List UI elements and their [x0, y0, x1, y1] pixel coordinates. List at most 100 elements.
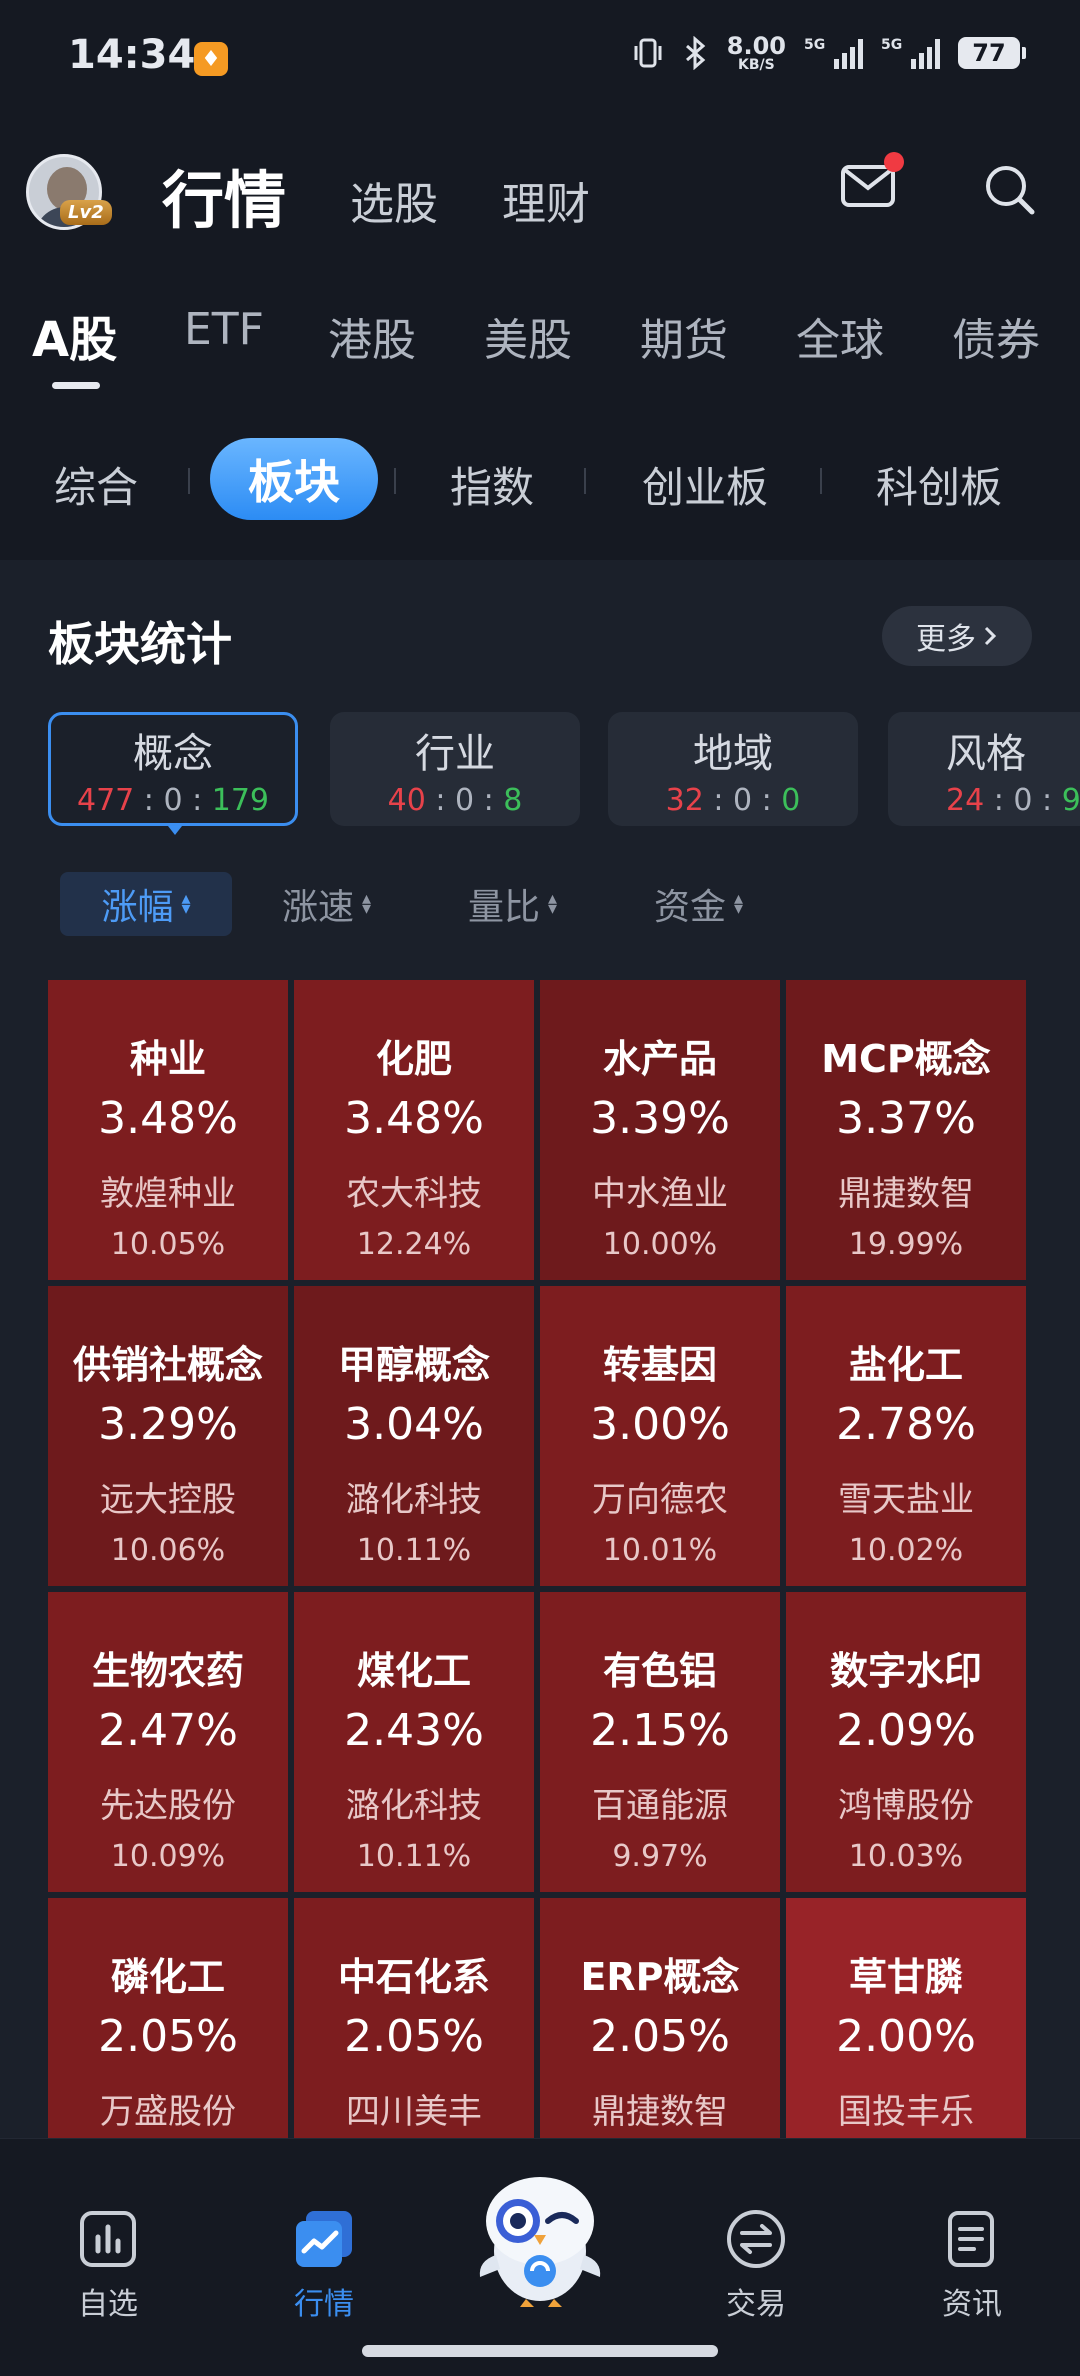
sector-tile[interactable]: 种业 3.48% 敦煌种业 10.05%: [48, 980, 288, 1280]
leading-stock: 雪天盐业: [838, 1480, 974, 1520]
sector-change: 2.00%: [836, 2011, 976, 2062]
nav-news[interactable]: 资讯: [902, 2207, 1042, 2323]
category-card-region[interactable]: 地域 32 : 0 : 0: [608, 712, 858, 826]
exchange-icon: [727, 2210, 785, 2268]
trend-chart-icon: [296, 2211, 352, 2267]
sector-name: MCP概念: [821, 1037, 991, 1081]
sector-tile[interactable]: 转基因 3.00% 万向德农 10.01%: [540, 1286, 780, 1586]
leading-stock-change: 10.05%: [110, 1227, 226, 1262]
divider: [820, 468, 822, 494]
tab-market[interactable]: 行情: [162, 150, 286, 240]
category-stats: 24 : 0 : 9: [946, 782, 1080, 818]
sector-panel: 板块统计 更多 概念 477 : 0 : 179 行业 40 : 0 : 8 地…: [0, 560, 1080, 2198]
signal-icon: 5G: [804, 37, 863, 69]
sector-name: 种业: [129, 1037, 206, 1081]
nav-market[interactable]: 行情: [254, 2207, 394, 2323]
sector-name: 煤化工: [356, 1649, 471, 1693]
sort-by-volume-ratio[interactable]: 量比 ▴ ▾: [468, 872, 557, 936]
leading-stock: 潞化科技: [346, 1480, 482, 1520]
tab-bonds[interactable]: 债券: [952, 304, 1040, 368]
sector-tile[interactable]: 煤化工 2.43% 潞化科技 10.11%: [294, 1592, 534, 1892]
sector-name: 水产品: [602, 1037, 717, 1081]
leading-stock-change: 10.06%: [110, 1533, 226, 1568]
leading-stock-change: 10.11%: [356, 1533, 472, 1568]
sector-tile[interactable]: 水产品 3.39% 中水渔业 10.00%: [540, 980, 780, 1280]
nav-trade[interactable]: 交易: [686, 2207, 826, 2323]
tab-global[interactable]: 全球: [796, 304, 884, 368]
status-time: 14:34: [68, 32, 196, 78]
sort-by-gain[interactable]: 涨幅 ▴ ▾: [60, 872, 232, 936]
sector-change: 2.78%: [836, 1399, 976, 1450]
search-icon[interactable]: [982, 162, 1038, 218]
subtab-indices[interactable]: 指数: [450, 454, 534, 515]
tab-a-shares[interactable]: A股: [32, 300, 117, 370]
sector-change: 2.05%: [344, 2011, 484, 2062]
sector-name: 数字水印: [829, 1649, 982, 1693]
selected-caret: [168, 826, 182, 835]
leading-stock: 先达股份: [100, 1786, 236, 1826]
sector-name: ERP概念: [580, 1955, 740, 1999]
top-nav: Lv2 行情 选股 理财: [0, 140, 1080, 250]
chevron-right-icon: [984, 626, 997, 646]
sector-name: 生物农药: [91, 1649, 244, 1693]
sector-name: 磷化工: [110, 1955, 225, 1999]
sector-tile[interactable]: MCP概念 3.37% 鼎捷数智 19.99%: [786, 980, 1026, 1280]
category-stats: 40 : 0 : 8: [387, 782, 523, 818]
level-badge: Lv2: [60, 200, 112, 225]
tab-etf[interactable]: ETF: [184, 304, 264, 355]
sector-tile[interactable]: 有色铝 2.15% 百通能源 9.97%: [540, 1592, 780, 1892]
sort-by-speed[interactable]: 涨速 ▴ ▾: [282, 872, 371, 936]
more-button[interactable]: 更多: [882, 606, 1032, 666]
bottom-nav: 自选 行情 交易 资讯: [0, 2138, 1080, 2376]
notification-app-icon: ♦: [194, 42, 228, 76]
owl-mascot-icon[interactable]: [470, 2159, 610, 2309]
leading-stock: 中水渔业: [592, 1174, 728, 1214]
subtab-sectors[interactable]: 板块: [210, 438, 378, 520]
sector-tile[interactable]: 甲醇概念 3.04% 潞化科技 10.11%: [294, 1286, 534, 1586]
tab-hk-stocks[interactable]: 港股: [328, 304, 416, 368]
sort-by-capital[interactable]: 资金 ▴ ▾: [654, 872, 743, 936]
tab-stock-picker[interactable]: 选股: [350, 168, 438, 232]
status-icons: 8.00 KB/S 5G 5G 77: [631, 34, 1026, 72]
category-stats: 32 : 0 : 0: [665, 782, 801, 818]
sort-arrows-icon: ▴ ▾: [362, 888, 372, 919]
leading-stock: 万盛股份: [100, 2092, 236, 2132]
tab-us-stocks[interactable]: 美股: [484, 304, 572, 368]
leading-stock: 百通能源: [592, 1786, 728, 1826]
divider: [188, 468, 190, 494]
unread-dot: [884, 152, 904, 172]
sort-arrows-icon: ▴ ▾: [181, 888, 191, 919]
divider: [584, 468, 586, 494]
leading-stock: 四川美丰: [346, 2092, 482, 2132]
sector-name: 有色铝: [602, 1649, 717, 1693]
bar-chart-icon: [80, 2211, 136, 2267]
category-card-concept[interactable]: 概念 477 : 0 : 179: [48, 712, 298, 826]
sector-name: 中石化系: [337, 1955, 490, 1999]
subtab-star-market[interactable]: 科创板: [876, 454, 1002, 515]
nav-watchlist[interactable]: 自选: [38, 2207, 178, 2323]
leading-stock-change: 10.00%: [602, 1227, 718, 1262]
sector-tile[interactable]: 供销社概念 3.29% 远大控股 10.06%: [48, 1286, 288, 1586]
sector-change: 2.09%: [836, 1705, 976, 1756]
sector-name: 盐化工: [848, 1343, 963, 1387]
home-indicator[interactable]: [362, 2345, 718, 2357]
sector-tile[interactable]: 数字水印 2.09% 鸿博股份 10.03%: [786, 1592, 1026, 1892]
sector-tile[interactable]: 化肥 3.48% 农大科技 12.24%: [294, 980, 534, 1280]
leading-stock-change: 10.11%: [356, 1839, 472, 1874]
sector-tile[interactable]: 盐化工 2.78% 雪天盐业 10.02%: [786, 1286, 1026, 1586]
leading-stock: 万向德农: [592, 1480, 728, 1520]
subtab-overview[interactable]: 综合: [54, 454, 138, 515]
category-card-industry[interactable]: 行业 40 : 0 : 8: [330, 712, 580, 826]
subtab-chinext[interactable]: 创业板: [642, 454, 768, 515]
battery-icon: 77: [958, 37, 1026, 69]
tab-futures[interactable]: 期货: [640, 304, 728, 368]
sort-bar: 涨幅 ▴ ▾ 涨速 ▴ ▾ 量比 ▴ ▾ 资金 ▴ ▾: [0, 872, 1080, 938]
leading-stock-change: 10.03%: [848, 1839, 964, 1874]
leading-stock: 潞化科技: [346, 1786, 482, 1826]
sector-tile[interactable]: 生物农药 2.47% 先达股份 10.09%: [48, 1592, 288, 1892]
leading-stock-change: 10.01%: [602, 1533, 718, 1568]
mail-icon[interactable]: [840, 164, 896, 208]
sector-change: 2.05%: [590, 2011, 730, 2062]
tab-wealth[interactable]: 理财: [502, 168, 590, 232]
category-card-style[interactable]: 风格 24 : 0 : 9: [888, 712, 1080, 826]
